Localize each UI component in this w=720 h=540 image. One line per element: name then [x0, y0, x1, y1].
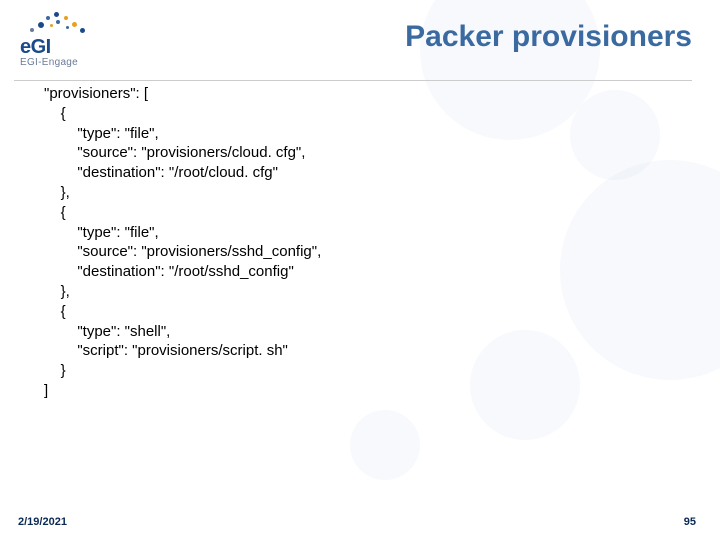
footer-page: 95 [684, 516, 696, 528]
code-line: "type": "shell", [44, 323, 170, 340]
code-line: { [44, 105, 66, 122]
code-line: "script": "provisioners/script. sh" [44, 342, 288, 359]
code-line: "source": "provisioners/cloud. cfg", [44, 144, 305, 161]
code-line: "type": "file", [44, 125, 159, 142]
footer-date: 2/19/2021 [18, 516, 67, 528]
code-line: ] [44, 382, 48, 399]
code-line: "type": "file", [44, 224, 159, 241]
slide-title: Packer provisioners [405, 20, 692, 54]
code-line: }, [44, 184, 70, 201]
code-line: { [44, 303, 66, 320]
code-line: "destination": "/root/sshd_config" [44, 263, 294, 280]
code-line: "provisioners": [ [44, 85, 148, 102]
code-line: }, [44, 283, 70, 300]
code-line: } [44, 362, 66, 379]
brand-subtitle: EGI-Engage [20, 57, 78, 68]
code-line: "source": "provisioners/sshd_config", [44, 243, 321, 260]
brand-name: eGI [20, 36, 51, 59]
brand-logo: eGI EGI-Engage [14, 10, 104, 70]
code-line: { [44, 204, 66, 221]
code-block: "provisioners": [ { "type": "file", "sou… [0, 70, 720, 401]
code-line: "destination": "/root/cloud. cfg" [44, 164, 278, 181]
